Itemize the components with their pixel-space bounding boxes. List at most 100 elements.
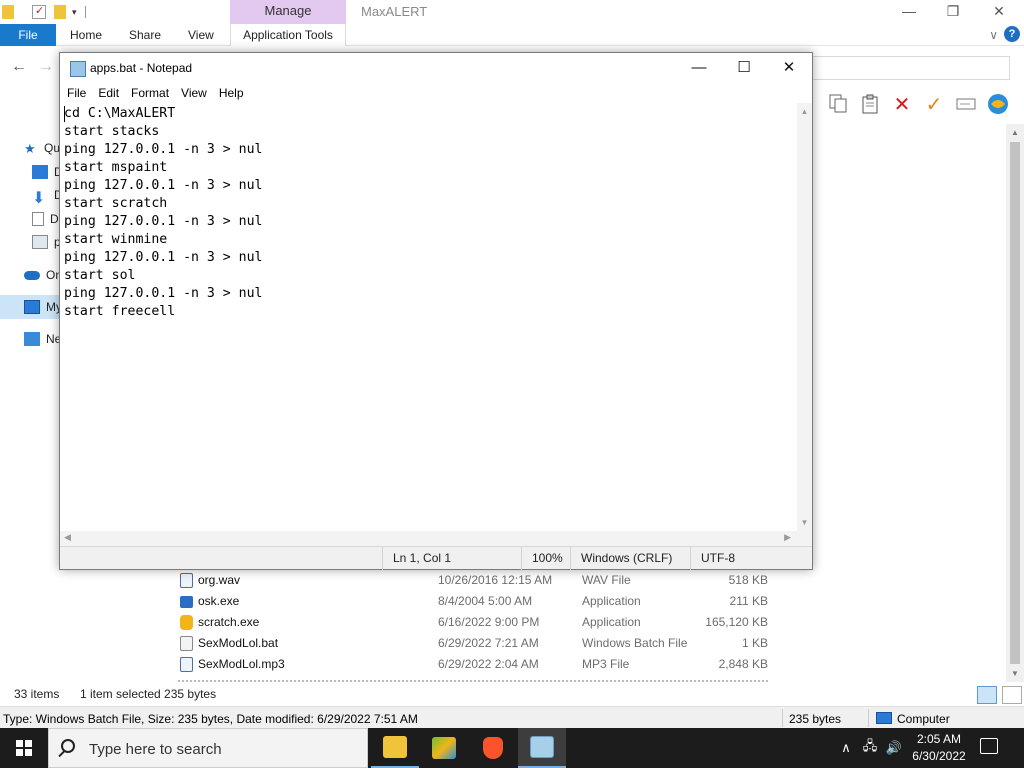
maximize-icon[interactable]: ☐ xyxy=(721,53,767,83)
new-folder-icon[interactable] xyxy=(54,5,66,19)
minimize-icon[interactable]: — xyxy=(886,0,932,24)
quick-access-toolbar: ✓ ▾ xyxy=(0,2,86,22)
location-label: Computer xyxy=(897,712,950,726)
scroll-right-icon[interactable]: ▶ xyxy=(784,532,791,543)
expand-ribbon-icon[interactable]: ∨ xyxy=(989,24,998,46)
sidebar-item-network[interactable]: Ne xyxy=(24,329,61,349)
editor-content[interactable]: cd C:\MaxALERT start stacks ping 127.0.0… xyxy=(64,105,263,321)
details-view-icon[interactable] xyxy=(977,686,997,704)
tab-view[interactable]: View xyxy=(188,24,214,46)
explorer-scrollbar[interactable]: ▲ ▼ xyxy=(1006,124,1024,682)
tab-share[interactable]: Share xyxy=(129,24,161,46)
horizontal-scrollbar[interactable]: ◀ ▶ xyxy=(60,531,797,546)
keyboard-app-icon xyxy=(180,596,193,608)
table-row[interactable]: scratch.exe 6/16/2022 9:00 PM Applicatio… xyxy=(170,612,790,633)
address-bar[interactable] xyxy=(812,56,1010,80)
properties-icon[interactable]: ✓ xyxy=(32,5,46,19)
table-row[interactable]: osk.exe 8/4/2004 5:00 AM Application 211… xyxy=(170,591,790,612)
text-editor[interactable]: cd C:\MaxALERT start stacks ping 127.0.0… xyxy=(60,103,797,531)
table-row[interactable]: SexModLol.bat 6/29/2022 7:21 AM Windows … xyxy=(170,633,790,654)
cloud-icon xyxy=(24,270,40,280)
close-icon[interactable]: ✕ xyxy=(766,53,812,83)
menu-help[interactable]: Help xyxy=(213,86,250,100)
brave-lion-icon xyxy=(483,737,503,759)
network-status-icon[interactable]: 🖧 xyxy=(858,728,882,768)
menu-view[interactable]: View xyxy=(175,86,213,100)
clock-time: 2:05 AM xyxy=(916,732,962,746)
large-icons-view-icon[interactable] xyxy=(1002,686,1022,704)
mp3-file-icon xyxy=(180,657,193,672)
forward-arrow-icon[interactable]: → xyxy=(38,58,54,76)
table-row[interactable]: org.wav 10/26/2016 12:15 AM WAV File 518… xyxy=(170,570,790,591)
search-placeholder: Type here to search xyxy=(89,741,222,758)
scroll-down-icon[interactable]: ▼ xyxy=(1006,669,1024,678)
notepad-status-bar: Ln 1, Col 1 100% Windows (CRLF) UTF-8 xyxy=(60,546,812,570)
taskbar-notepad[interactable] xyxy=(518,728,566,768)
sidebar-item-onedrive[interactable]: On xyxy=(24,265,62,285)
paste-icon[interactable] xyxy=(858,93,882,115)
tab-application-tools[interactable]: Application Tools xyxy=(230,24,346,46)
computer-icon xyxy=(24,300,40,314)
delete-icon[interactable]: ✕ xyxy=(890,93,914,116)
search-icon xyxy=(61,739,75,753)
system-clock[interactable]: 2:05 AM 6/30/2022 xyxy=(904,731,974,765)
notepad-icon xyxy=(530,736,554,758)
qat-divider xyxy=(84,6,86,18)
sidebar-item-pictures[interactable]: p xyxy=(32,232,61,252)
folder-icon[interactable] xyxy=(2,5,14,19)
text-caret xyxy=(64,106,65,122)
restore-icon[interactable]: ❐ xyxy=(930,0,976,24)
scroll-up-icon[interactable]: ▲ xyxy=(1006,128,1024,137)
scroll-left-icon[interactable]: ◀ xyxy=(64,532,71,543)
taskbar-file-explorer[interactable] xyxy=(371,728,419,768)
ribbon-commands: ✕ ✓ xyxy=(826,92,1010,116)
folder-icon xyxy=(383,736,407,758)
vertical-scrollbar[interactable]: ▲ ▼ xyxy=(797,103,812,531)
zoom-level: 100% xyxy=(521,547,571,570)
network-icon xyxy=(24,332,40,346)
tab-file[interactable]: File xyxy=(0,24,56,46)
encoding: UTF-8 xyxy=(690,547,810,570)
menu-edit[interactable]: Edit xyxy=(92,86,125,100)
taskbar-search[interactable]: Type here to search xyxy=(48,728,368,768)
sidebar-item-this-pc[interactable]: My xyxy=(24,297,62,317)
notepad-title: apps.bat - Notepad xyxy=(90,61,193,75)
menu-format[interactable]: Format xyxy=(125,86,175,100)
ribbon-tabs: File Home Share View Application Tools xyxy=(0,24,1024,46)
back-arrow-icon[interactable]: ← xyxy=(11,58,27,76)
scrollbar-corner xyxy=(797,531,812,546)
start-button[interactable] xyxy=(0,728,48,768)
file-list: org.wav 10/26/2016 12:15 AM WAV File 518… xyxy=(170,570,790,682)
divider xyxy=(782,709,783,727)
batch-file-icon xyxy=(180,636,193,651)
taskbar: Type here to search ∧ 🖧 🔊 2:05 AM 6/30/2… xyxy=(0,728,1024,768)
customize-qat-icon[interactable]: ▾ xyxy=(72,7,77,18)
taskbar-brave[interactable] xyxy=(469,728,517,768)
pictures-icon xyxy=(32,235,48,249)
scroll-thumb[interactable] xyxy=(1010,142,1020,664)
show-hidden-icons[interactable]: ∧ xyxy=(836,728,856,768)
help-icon[interactable]: ? xyxy=(1004,26,1020,42)
rename-icon[interactable] xyxy=(954,93,978,115)
copy-icon[interactable] xyxy=(826,93,850,115)
sidebar-item-quick-access[interactable]: ★ Qu xyxy=(24,138,60,158)
minimize-icon[interactable]: — xyxy=(676,53,722,83)
window-title: MaxALERT xyxy=(361,4,428,19)
taskbar-bluestacks[interactable] xyxy=(420,728,468,768)
sidebar-item-documents[interactable]: D xyxy=(32,209,59,229)
volume-icon[interactable]: 🔊 xyxy=(883,728,905,768)
notepad-titlebar[interactable]: apps.bat - Notepad — ☐ ✕ xyxy=(60,53,812,83)
tab-manage[interactable]: Manage xyxy=(230,0,346,24)
close-icon[interactable]: ✕ xyxy=(976,0,1022,24)
wav-file-icon xyxy=(180,573,193,588)
scroll-up-icon[interactable]: ▲ xyxy=(797,107,812,116)
table-row[interactable]: SexModLol.mp3 6/29/2022 2:04 AM MP3 File… xyxy=(170,654,790,675)
explorer-titlebar: ✓ ▾ Manage MaxALERT — ❐ ✕ xyxy=(0,0,1024,24)
tab-home[interactable]: Home xyxy=(70,24,102,46)
notification-center-icon[interactable] xyxy=(980,738,998,754)
checkmark-icon[interactable]: ✓ xyxy=(922,93,946,116)
menu-file[interactable]: File xyxy=(60,86,92,100)
selection-info: 1 item selected 235 bytes xyxy=(80,687,217,701)
properties-globe-icon[interactable] xyxy=(986,93,1010,115)
scroll-down-icon[interactable]: ▼ xyxy=(797,518,812,527)
